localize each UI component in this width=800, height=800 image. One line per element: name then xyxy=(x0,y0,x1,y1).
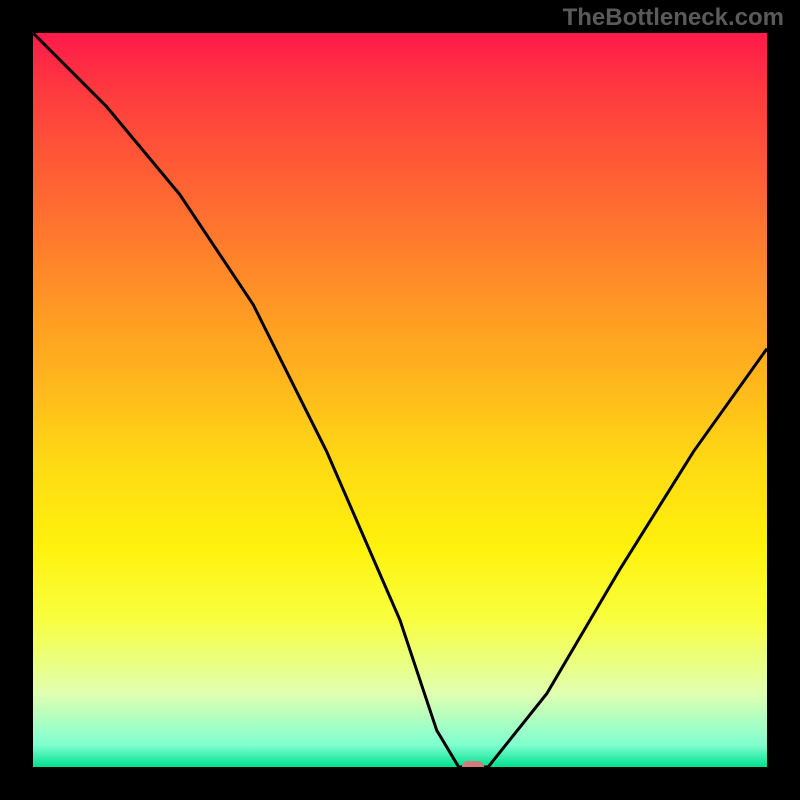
optimal-point-marker xyxy=(462,761,484,767)
chart-plot-area xyxy=(33,33,767,767)
bottleneck-curve xyxy=(33,33,767,767)
watermark-label: TheBottleneck.com xyxy=(563,4,784,32)
